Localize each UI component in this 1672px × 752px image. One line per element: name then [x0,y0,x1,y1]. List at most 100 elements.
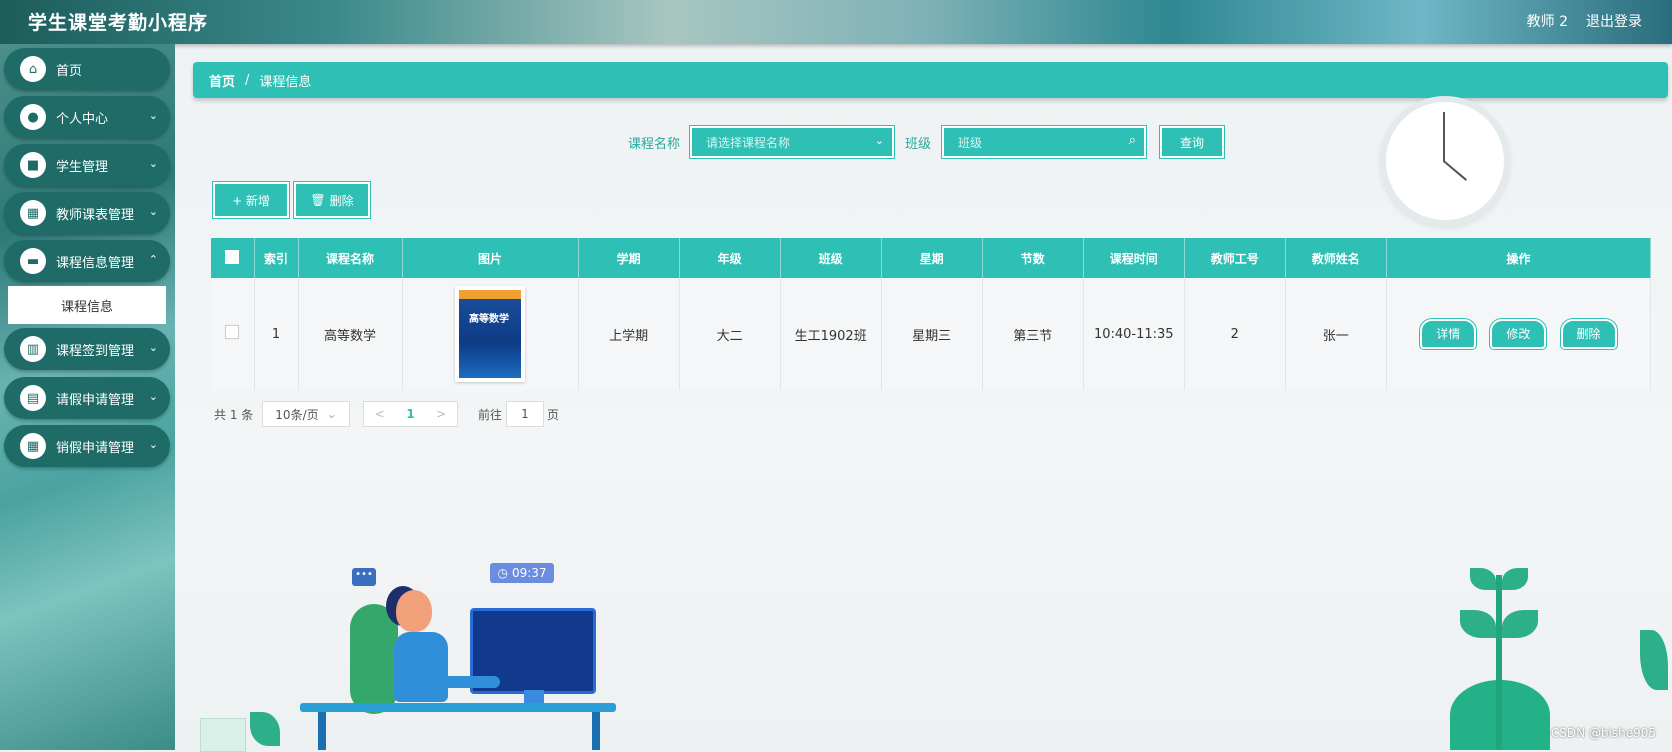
clock-icon: ◷ [497,566,508,580]
course-name-select[interactable]: 请选择课程名称 ⌄ [689,125,895,159]
batch-delete-label: 删除 [329,193,354,208]
column-header: 教师姓名 [1285,238,1387,278]
sidebar-item-personal-center[interactable]: ● 个人中心 ⌄ [4,96,170,138]
column-header: 节数 [982,238,1084,278]
course-name-label: 课程名称 [628,137,681,152]
cell-teacher-name: 张一 [1285,278,1387,390]
user-icon: ● [20,104,46,130]
row-checkbox[interactable] [225,325,240,339]
sidebar-item-course-checkin[interactable]: ▥ 课程签到管理 ⌄ [4,328,170,370]
cell-course: 高等数学 [298,278,403,390]
cell-term: 上学期 [578,278,680,390]
sidebar-item-student-management[interactable]: ■ 学生管理 ⌄ [4,144,170,186]
column-header: 索引 [254,238,299,278]
course-cover-image[interactable]: 高等数学 [455,286,526,382]
sidebar-item-label: 请假申请管理 [56,392,135,408]
submenu-item-course-info[interactable]: 课程信息 [8,286,166,324]
column-header: 年级 [679,238,781,278]
sidebar-item-leave-cancel[interactable]: ▦ 销假申请管理 ⌄ [4,425,170,467]
cell-class: 生工1902班 [780,278,882,390]
sidebar-item-label: 课程签到管理 [56,343,135,359]
trash-icon: 🗑 [310,193,326,207]
sidebar-item-label: 首页 [56,63,83,79]
page-size-select[interactable]: 10条/页 ⌄ [262,401,350,427]
class-label: 班级 [905,137,932,152]
batch-delete-button[interactable]: 🗑 删除 [293,181,371,219]
logout-link[interactable]: 退出登录 [1586,11,1642,31]
sidebar-item-leave-request[interactable]: ▤ 请假申请管理 ⌄ [4,377,170,419]
person-head-illustration [396,590,432,632]
sidebar-item-teacher-schedule[interactable]: ▦ 教师课表管理 ⌄ [4,192,170,234]
course-table: 索引 课程名称 图片 学期 年级 班级 星期 节数 课程时间 教师工号 教师姓名… [211,238,1652,390]
leaf-decoration [1470,568,1496,590]
book-icon: ▥ [20,336,46,362]
row-delete-button[interactable]: 删除 [1559,318,1618,350]
chevron-down-icon: ⌄ [874,134,884,147]
pager: < 1 > [363,401,458,427]
grid-icon: ▦ [20,433,46,459]
page-size-value: 10条/页 [275,407,319,422]
sidebar-item-home[interactable]: ⌂ 首页 [4,48,170,90]
sidebar-item-label: 教师课表管理 [56,207,135,223]
chevron-down-icon: ⌄ [326,407,337,421]
add-button[interactable]: + 新增 [212,181,290,219]
chevron-down-icon: ⌄ [148,390,158,403]
chevron-down-icon: ⌄ [148,205,158,218]
column-header: 操作 [1386,238,1652,278]
column-header: 课程时间 [1083,238,1185,278]
chevron-down-icon: ⌄ [148,341,158,354]
edit-button[interactable]: 修改 [1489,318,1548,350]
class-placeholder: 班级 [958,135,983,150]
goto-page-input[interactable]: 1 [506,401,544,427]
chevron-down-icon: ⌄ [148,109,158,122]
person-body-illustration [394,632,448,702]
cell-time: 10:40-11:35 [1083,278,1185,390]
desk-illustration [300,703,616,712]
current-page[interactable]: 1 [406,407,414,421]
sticky-note-decoration [200,718,246,752]
current-user-label: 教师 2 [1526,14,1568,30]
sidebar-item-label: 个人中心 [56,111,109,127]
briefcase-icon: ■ [20,152,46,178]
watermark: CSDN @bishe905 [1550,726,1656,740]
time-badge: ◷ 09:37 [490,563,554,583]
detail-button[interactable]: 详情 [1419,318,1478,350]
leaf-decoration [250,712,280,746]
breadcrumb-home[interactable]: 首页 [209,71,235,90]
grid-icon: ▦ [20,200,46,226]
query-button[interactable]: 查询 [1159,125,1225,159]
leaf-decoration [1502,610,1538,638]
cell-weekday: 星期三 [881,278,983,390]
cell-period: 第三节 [982,278,1084,390]
cell-teacher-id: 2 [1184,278,1286,390]
page-suffix: 页 [547,408,560,422]
sidebar-item-course-info-management[interactable]: ▬ 课程信息管理 ⌃ [4,240,170,282]
select-all-checkbox[interactable] [225,249,240,264]
course-name-placeholder: 请选择课程名称 [706,135,791,150]
search-icon: ⌕ [1128,133,1136,148]
breadcrumb: 首页 / 课程信息 [193,62,1668,98]
next-page-button[interactable]: > [436,407,446,421]
class-input[interactable]: 班级 ⌕ [941,125,1147,159]
cover-title: 高等数学 [469,314,510,325]
column-header: 星期 [881,238,983,278]
chevron-down-icon: ⌄ [148,157,158,170]
cell-index: 1 [254,278,299,390]
breadcrumb-separator: / [245,72,250,88]
chat-bubble-icon: ••• [352,568,376,586]
cell-actions: 详情 修改 删除 [1386,278,1652,390]
clipboard-icon: ▤ [20,385,46,411]
desk-leg-illustration [318,712,326,750]
leaf-decoration [1502,568,1528,590]
leaf-decoration [1460,610,1496,638]
prev-page-button[interactable]: < [375,407,385,421]
home-icon: ⌂ [20,56,46,82]
monitor-stand-illustration [524,690,544,704]
leaf-decoration [1640,630,1668,690]
table-header-row: 索引 课程名称 图片 学期 年级 班级 星期 节数 课程时间 教师工号 教师姓名… [211,238,1652,278]
breadcrumb-current: 课程信息 [259,74,312,90]
top-header: 学生课堂考勤小程序 教师 2 退出登录 [0,0,1672,44]
select-all-cell[interactable] [211,238,255,278]
column-header: 课程名称 [298,238,403,278]
cell-grade: 大二 [679,278,781,390]
